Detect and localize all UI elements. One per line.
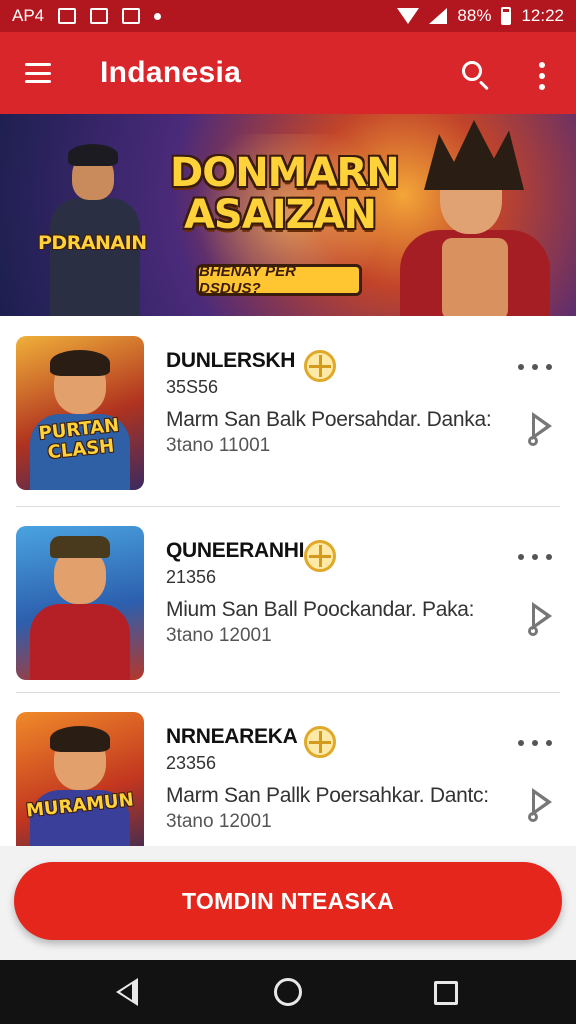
game-list: PURTAN CLASH DUNLERSKH 35S56 Marm San Ba… — [0, 316, 576, 846]
play-icon[interactable] — [524, 786, 554, 822]
search-button[interactable] — [456, 56, 496, 96]
hamburger-icon — [25, 63, 51, 83]
item-thumbnail: PURTAN CLASH — [16, 336, 144, 490]
status-bar: AP4 88% 12:22 — [0, 0, 576, 32]
primary-action-button[interactable]: TOMDIN NTEASKA — [14, 862, 562, 940]
promo-banner[interactable]: PDRANAIN DONMARN ASAIZAN BHENAY PER DSDU… — [0, 114, 576, 316]
system-nav-bar — [0, 960, 576, 1024]
gold-coin-icon — [304, 350, 336, 382]
battery-icon — [501, 7, 512, 25]
camera-icon — [58, 8, 77, 24]
battery-percent: 88% — [457, 6, 492, 25]
banner-title-line2: ASAIZAN — [183, 192, 377, 238]
search-icon — [462, 61, 482, 81]
recent-apps-icon[interactable] — [434, 981, 458, 1005]
menu-button[interactable] — [0, 32, 76, 114]
clock: 12:22 — [521, 6, 564, 25]
item-title: DUNLERSKH — [166, 349, 296, 372]
banner-title: DONMARN ASAIZAN — [170, 150, 400, 238]
notification-dot — [154, 12, 162, 20]
notification-icon — [90, 8, 109, 24]
item-more-button[interactable] — [518, 550, 552, 564]
banner-character-left — [40, 144, 150, 316]
item-description: Mium San Ball Poockandar. Paka: — [166, 598, 475, 621]
list-item[interactable]: QUNEERANHI 21356 Mium San Ball Poockanda… — [0, 506, 576, 692]
item-meta: 3tano 12001 — [166, 811, 272, 832]
list-item[interactable]: MURAMUN NRNEAREKA 23356 Marm San Pallk P… — [0, 692, 576, 846]
banner-title-line1: DONMARN — [170, 150, 400, 196]
home-icon[interactable] — [274, 978, 302, 1006]
item-more-button[interactable] — [518, 360, 552, 374]
gold-coin-icon — [304, 540, 336, 572]
item-thumbnail: MURAMUN — [16, 712, 144, 846]
item-meta: 3tano 11001 — [166, 435, 271, 456]
play-icon[interactable] — [524, 410, 554, 446]
item-code: 35S56 — [166, 377, 219, 397]
carrier-label: AP4 — [12, 6, 45, 25]
app-bar: Indanesia — [0, 32, 576, 114]
item-code: 21356 — [166, 567, 217, 587]
image-icon — [122, 8, 141, 24]
item-meta: 3tano 12001 — [166, 625, 272, 646]
item-thumbnail — [16, 526, 144, 680]
wifi-icon — [397, 8, 420, 24]
signal-icon — [429, 8, 448, 24]
item-title: QUNEERANHI — [166, 539, 305, 562]
status-right: 88% 12:22 — [397, 6, 564, 26]
banner-character-right — [380, 120, 560, 316]
overflow-menu-button[interactable] — [530, 56, 554, 96]
gold-coin-icon — [304, 726, 336, 758]
item-code: 23356 — [166, 753, 217, 773]
item-description: Marm San Pallk Poersahkar. Dantc: — [166, 784, 489, 807]
banner-subtitle: BHENAY PER DSDUS? — [196, 263, 362, 297]
item-description: Marm San Balk Poersahdar. Danka: — [166, 408, 492, 431]
status-left: AP4 — [12, 6, 162, 26]
banner-side-label: PDRANAIN — [38, 232, 147, 254]
item-title: NRNEAREKA — [166, 725, 298, 748]
item-more-button[interactable] — [518, 736, 552, 750]
list-item[interactable]: PURTAN CLASH DUNLERSKH 35S56 Marm San Ba… — [0, 316, 576, 502]
play-icon[interactable] — [524, 600, 554, 636]
app-title: Indanesia — [100, 56, 242, 89]
cta-area: TOMDIN NTEASKA — [0, 846, 576, 960]
